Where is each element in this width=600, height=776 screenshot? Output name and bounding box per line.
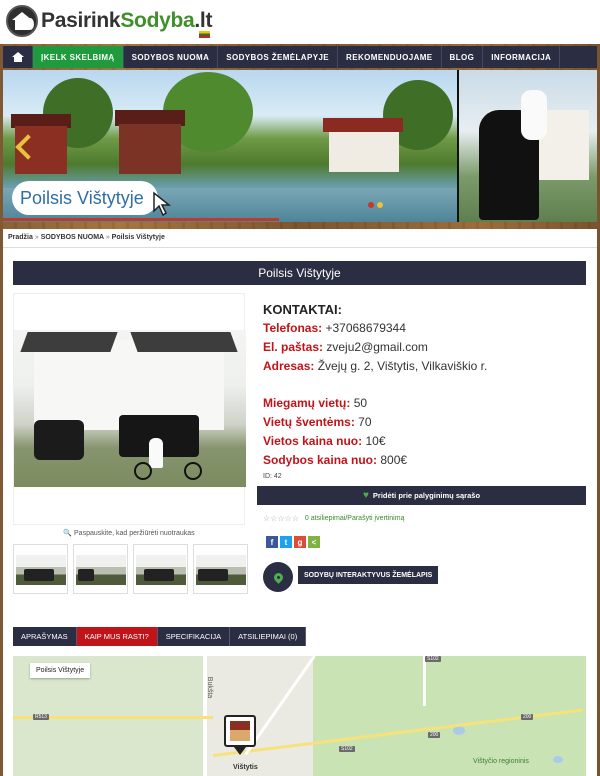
breadcrumb-home[interactable]: Pradžia: [8, 234, 33, 241]
slide-image-bride-horse: [459, 70, 597, 222]
slider-dot[interactable]: [377, 202, 383, 208]
site-header: PasirinkSodyba.lt: [0, 0, 600, 44]
add-to-compare-button[interactable]: ♥ Pridėti prie palyginimų sąrašo: [257, 486, 586, 505]
email-label: El. paštas:: [263, 340, 324, 354]
phone-value[interactable]: +37068679344: [325, 321, 405, 335]
nav-item-informacija[interactable]: INFORMACIJA: [483, 46, 561, 68]
slider-dots: [368, 202, 383, 208]
tab-atsiliepimai[interactable]: ATSILIEPIMAI (0): [230, 627, 307, 646]
email-value[interactable]: zveju2@gmail.com: [326, 340, 428, 354]
logo-text-part: Sodyba: [120, 9, 195, 32]
add-to-compare-label: Pridėti prie palyginimų sąrašo: [372, 491, 481, 500]
tab-kaip-mus-rasti[interactable]: KAIP MUS RASTI?: [76, 627, 158, 646]
nav-item-rekomenduojame[interactable]: REKOMENDUOJAME: [338, 46, 442, 68]
photo-thumbnails: [13, 544, 248, 594]
map-park-name: Vištyčio regioninis: [473, 758, 529, 765]
road-shield: S102: [425, 656, 441, 662]
beds-label: Miegamų vietų:: [263, 396, 351, 410]
beds-value: 50: [353, 396, 368, 410]
logo-house-icon: [6, 5, 38, 37]
phone-label: Telefonas:: [263, 321, 323, 335]
listing-title: Poilsis Vištytyje: [13, 261, 586, 285]
listing-id: ID: 42: [263, 473, 282, 480]
zoom-icon: 🔍: [63, 530, 73, 537]
main-photo-frame[interactable]: [13, 293, 246, 525]
contacts-panel: KONTAKTAI: Telefonas: +37068679344 El. p…: [263, 300, 583, 484]
divider: [3, 247, 597, 248]
logo-text-part: Pasirink: [41, 9, 121, 32]
map-road-name: Bukšta: [206, 676, 214, 699]
heart-icon: ♥: [362, 490, 369, 501]
listing-tabs: APRAŠYMAS KAIP MUS RASTI? SPECIFIKACIJA …: [13, 627, 307, 646]
map-pin-button[interactable]: [263, 562, 293, 592]
cursor-hand-icon: [153, 191, 172, 217]
nav-item-blog[interactable]: BLOG: [442, 46, 484, 68]
location-map[interactable]: Poilsis Vištytyje R513 S102 S102 200 200…: [13, 656, 586, 776]
share-buttons: f t g <: [266, 536, 320, 548]
map-marker-tail: [234, 747, 246, 755]
road-shield: 200: [428, 732, 441, 738]
price-house-value: 800€: [380, 453, 408, 467]
breadcrumb: Pradžia » SODYBOS NUOMA » Poilsis Vištyt…: [8, 234, 165, 241]
event-places-value: 70: [358, 415, 372, 429]
slide-caption[interactable]: Poilsis Vištytyje: [12, 181, 158, 215]
road-shield: R513: [33, 714, 49, 720]
slider-progress-bar: [3, 218, 279, 221]
rating-row: ☆☆☆☆☆ 0 atsiliepimai / Parašyti įvertini…: [263, 514, 404, 523]
site-logo[interactable]: PasirinkSodyba.lt: [6, 4, 212, 38]
event-places-label: Vietų šventėms:: [263, 415, 355, 429]
photo-thumbnail[interactable]: [73, 544, 128, 594]
google-plus-icon[interactable]: g: [294, 536, 306, 548]
map-town-name: Vištytis: [233, 764, 258, 771]
main-photo[interactable]: [14, 330, 246, 487]
photo-thumbnail[interactable]: [13, 544, 68, 594]
price-house-label: Sodybos kaina nuo:: [263, 453, 378, 467]
logo-text-part: .lt: [194, 9, 213, 32]
contacts-heading: KONTAKTAI:: [263, 302, 342, 317]
interactive-map-button[interactable]: SODYBŲ INTERAKTYVUS ŽEMĖLAPIS: [298, 566, 439, 584]
map-pin-icon: [271, 570, 285, 584]
logo-text: PasirinkSodyba.lt: [41, 9, 212, 33]
tab-aprasymas[interactable]: APRAŠYMAS: [13, 627, 77, 646]
nav-item-ikelk-skelbima[interactable]: ĮKELK SKELBIMĄ: [33, 46, 124, 68]
address-label: Adresas:: [263, 359, 315, 373]
home-icon: [11, 52, 24, 62]
zoom-hint: 🔍 Paspauskite, kad peržiūrėti nuotraukas: [13, 529, 245, 537]
price-place-value: 10€: [365, 434, 386, 448]
slider-prev-button[interactable]: [11, 130, 41, 164]
lithuanian-flag-icon[interactable]: [199, 31, 210, 38]
photo-thumbnail[interactable]: [133, 544, 188, 594]
breadcrumb-sep: »: [34, 234, 39, 241]
write-review-link[interactable]: Parašyti įvertinimą: [347, 515, 404, 522]
nav-item-sodybos-nuoma[interactable]: SODYBOS NUOMA: [124, 46, 219, 68]
slider-dot[interactable]: [368, 202, 374, 208]
breadcrumb-current: Poilsis Vištytyje: [111, 234, 165, 241]
breadcrumb-sep: »: [105, 234, 110, 241]
reviews-link[interactable]: 0 atsiliepimai: [305, 515, 345, 522]
map-marker[interactable]: [224, 715, 256, 747]
breadcrumb-section[interactable]: SODYBOS NUOMA: [41, 234, 104, 241]
hero-slider: Poilsis Vištytyje: [3, 70, 597, 222]
twitter-icon[interactable]: t: [280, 536, 292, 548]
facebook-icon[interactable]: f: [266, 536, 278, 548]
chevron-left-icon: [15, 134, 41, 160]
photo-thumbnail[interactable]: [193, 544, 248, 594]
map-info-label: Poilsis Vištytyje: [30, 663, 91, 678]
main-content: Pradžia » SODYBOS NUOMA » Poilsis Vištyt…: [3, 229, 597, 776]
address-value: Žvejų g. 2, Vištytis, Vilkaviškio r.: [317, 359, 488, 373]
star-rating[interactable]: ☆☆☆☆☆: [263, 514, 299, 523]
share-icon[interactable]: <: [308, 536, 320, 548]
zoom-hint-text: Paspauskite, kad peržiūrėti nuotraukas: [74, 530, 195, 537]
road-shield: 200: [521, 714, 534, 720]
road-shield: S102: [339, 746, 355, 752]
nav-home[interactable]: [3, 46, 33, 68]
tab-specifikacija[interactable]: SPECIFIKACIJA: [157, 627, 231, 646]
price-place-label: Vietos kaina nuo:: [263, 434, 363, 448]
nav-item-sodybos-zemelapyje[interactable]: SODYBOS ŽEMĖLAPYJE: [218, 46, 339, 68]
main-nav: ĮKELK SKELBIMĄ SODYBOS NUOMA SODYBOS ŽEM…: [3, 46, 597, 68]
